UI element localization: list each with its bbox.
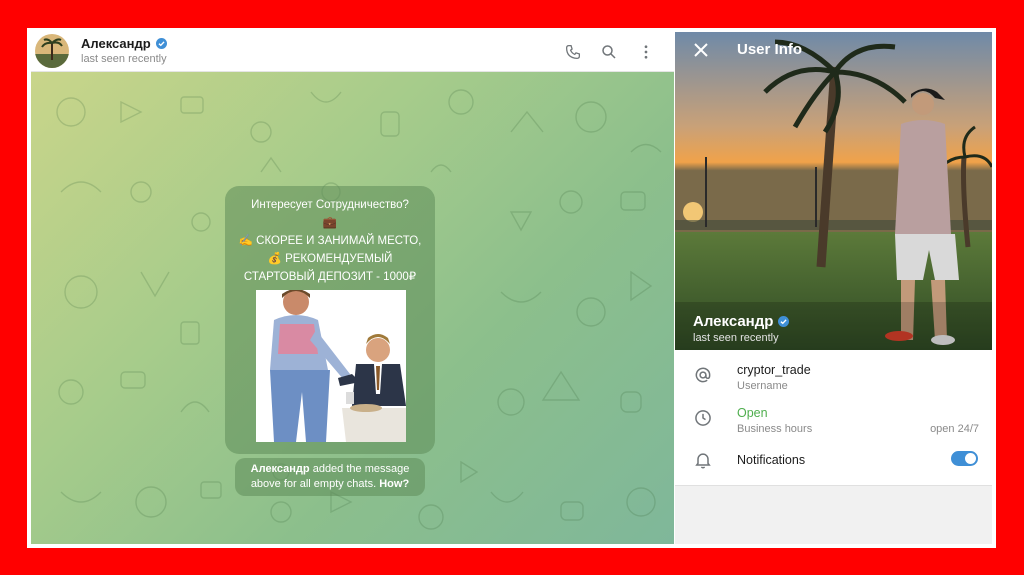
message-line: 💼 <box>322 217 338 229</box>
chat-header: Александр last seen recently <box>31 32 674 72</box>
panel-title: User Info <box>737 41 803 58</box>
bell-icon <box>693 450 713 470</box>
profile-status: last seen recently <box>693 332 779 344</box>
phone-icon[interactable] <box>562 41 584 63</box>
profile-name-text: Александр <box>693 313 774 330</box>
username-label: Username <box>737 380 788 392</box>
more-icon[interactable] <box>635 41 657 63</box>
system-note: Александр added the message above for al… <box>235 458 425 496</box>
how-link[interactable]: How? <box>379 478 409 490</box>
chat-panel: Александр last seen recently Интересует … <box>31 32 674 544</box>
username-value[interactable]: cryptor_trade <box>737 363 811 377</box>
message-line: Интересует Сотрудничество? <box>251 199 409 211</box>
chat-title-text: Александр <box>81 36 151 51</box>
hours-status[interactable]: Open <box>737 406 768 420</box>
app-window: Александр last seen recently Интересует … <box>27 28 996 548</box>
notifications-label: Notifications <box>737 453 806 467</box>
profile-photo[interactable]: User Info Александр last seen recently <box>675 32 992 350</box>
at-icon <box>693 365 713 385</box>
message-text: Интересует Сотрудничество? 💼 ✍️ СКОРЕЕ И… <box>231 196 429 286</box>
info-list: cryptor_trade Username Open Business hou… <box>675 350 992 486</box>
message-line: 💰 РЕКОМЕНДУЕМЫЙ <box>267 253 393 265</box>
hours-label: Business hours <box>737 423 813 435</box>
chat-status: last seen recently <box>81 53 167 65</box>
clock-icon <box>693 408 713 428</box>
profile-name: Александр <box>693 313 790 330</box>
verified-icon <box>778 316 790 327</box>
message-image[interactable] <box>256 290 406 442</box>
user-info-panel: User Info Александр last seen recently c… <box>675 32 992 544</box>
message-line: СТАРТОВЫЙ ДЕПОЗИТ - 1000₽ <box>243 271 417 283</box>
avatar[interactable] <box>35 34 69 68</box>
message-bubble[interactable]: Интересует Сотрудничество? 💼 ✍️ СКОРЕЕ И… <box>225 186 435 454</box>
verified-icon <box>155 38 167 49</box>
chat-background: Интересует Сотрудничество? 💼 ✍️ СКОРЕЕ И… <box>31 72 674 544</box>
chat-title: Александр <box>81 36 167 51</box>
hours-value: open 24/7 <box>930 423 979 435</box>
system-note-name: Александр <box>250 463 310 475</box>
message-line: ✍️ СКОРЕЕ И ЗАНИМАЙ МЕСТО, <box>238 235 422 247</box>
close-icon[interactable] <box>691 40 711 60</box>
notifications-toggle[interactable] <box>951 451 978 466</box>
search-icon[interactable] <box>598 41 620 63</box>
